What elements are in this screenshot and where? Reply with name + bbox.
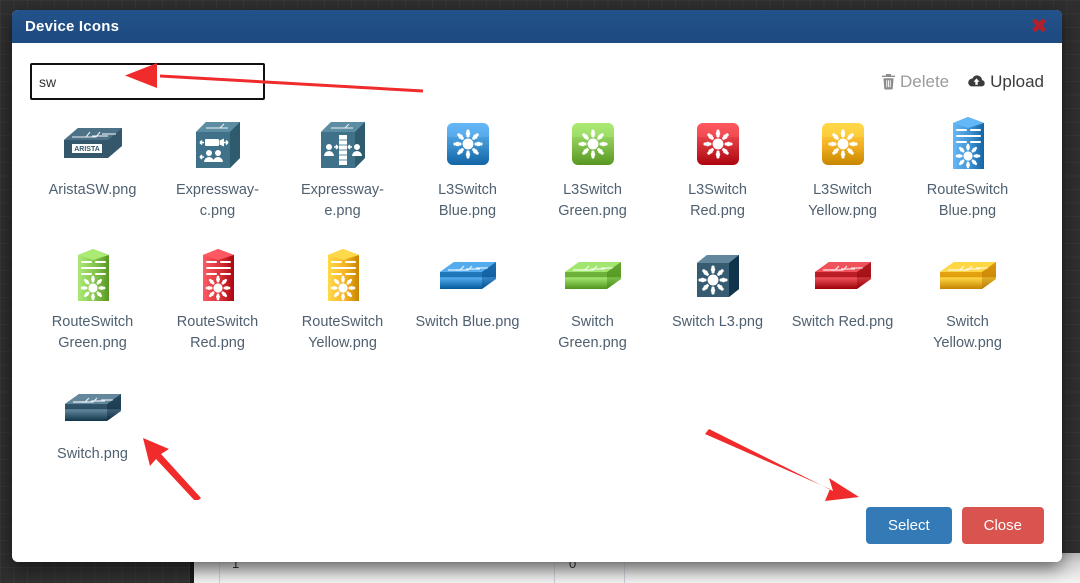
icon-item[interactable]: L3Switch Red.png <box>655 109 780 241</box>
icon-filename: Switch Green.png <box>558 314 627 351</box>
delete-label: Delete <box>899 71 950 91</box>
icon-item[interactable]: Switch Blue.png <box>405 241 530 373</box>
icon-item[interactable]: ARISTA AristaSW.png <box>30 109 155 241</box>
cloud-upload-icon <box>967 74 986 89</box>
routeswitch-icon <box>194 245 242 307</box>
icon-filename: Expressway-c.png <box>176 182 259 219</box>
upload-label: Upload <box>990 71 1044 91</box>
icon-filename: L3Switch Green.png <box>558 182 627 219</box>
icon-item[interactable]: RouteSwitch Blue.png <box>905 109 1030 241</box>
select-button[interactable]: Select <box>865 507 952 544</box>
switchbox-icon <box>438 245 498 307</box>
icon-filename: L3Switch Red.png <box>688 182 747 219</box>
l3switch-icon <box>692 113 744 175</box>
switchbox-icon <box>813 245 873 307</box>
expressway-e-icon <box>317 113 369 175</box>
icon-filename: Switch L3.png <box>671 314 764 330</box>
icon-filename: Expressway-e.png <box>301 182 384 219</box>
close-button[interactable]: Close <box>961 507 1044 544</box>
close-icon[interactable]: ✖ <box>1026 16 1052 37</box>
icon-item[interactable]: Expressway-e.png <box>280 109 405 241</box>
icon-item[interactable]: L3Switch Blue.png <box>405 109 530 241</box>
icon-item[interactable]: Switch Green.png <box>530 241 655 373</box>
delete-button[interactable]: Delete <box>881 72 949 92</box>
switchbox-icon <box>938 245 998 307</box>
arista-icon: ARISTA <box>62 113 124 175</box>
icon-filename: RouteSwitch Yellow.png <box>301 314 384 351</box>
icon-filename: RouteSwitch Red.png <box>176 314 259 351</box>
l3switch-icon <box>567 113 619 175</box>
trash-icon <box>881 73 896 90</box>
icon-filename: RouteSwitch Blue.png <box>926 182 1009 219</box>
icon-item[interactable]: RouteSwitch Red.png <box>155 241 280 373</box>
dialog-titlebar: Device Icons ✖ <box>12 10 1062 43</box>
routeswitch-icon <box>944 113 992 175</box>
icon-item[interactable]: L3Switch Green.png <box>530 109 655 241</box>
l3switch-icon <box>442 113 494 175</box>
icon-item[interactable]: RouteSwitch Green.png <box>30 241 155 373</box>
icon-filename: Switch.png <box>57 446 128 462</box>
icon-filename: RouteSwitch Green.png <box>51 314 134 351</box>
switchl3-icon <box>693 245 743 307</box>
switchbox-icon <box>63 377 123 439</box>
routeswitch-icon <box>319 245 367 307</box>
svg-text:ARISTA: ARISTA <box>74 146 100 153</box>
dialog-toolbar: Delete Upload <box>30 43 1044 103</box>
upload-button[interactable]: Upload <box>967 72 1044 92</box>
icon-filename: Switch Red.png <box>791 314 894 330</box>
icon-item[interactable]: Expressway-c.png <box>155 109 280 241</box>
icon-grid: ARISTA AristaSW.png Expressway-c.png Expres… <box>30 103 1044 505</box>
dialog-body: Delete Upload ARISTA AristaSW.png Expressw… <box>12 43 1062 562</box>
switchbox-icon <box>563 245 623 307</box>
icon-filename: Switch Yellow.png <box>933 314 1002 351</box>
icon-item[interactable]: RouteSwitch Yellow.png <box>280 241 405 373</box>
icon-filename: Switch Blue.png <box>415 314 520 330</box>
expressway-c-icon <box>192 113 244 175</box>
icon-item[interactable]: Switch.png <box>30 373 155 505</box>
dialog-footer: Select Close <box>865 507 1044 544</box>
icon-item[interactable]: Switch Red.png <box>780 241 905 373</box>
search-input[interactable] <box>30 63 265 100</box>
icon-item[interactable]: Switch L3.png <box>655 241 780 373</box>
device-icons-dialog: Device Icons ✖ Delete <box>12 10 1062 562</box>
icon-item[interactable]: L3Switch Yellow.png <box>780 109 905 241</box>
icon-item[interactable]: Switch Yellow.png <box>905 241 1030 373</box>
dialog-title: Device Icons <box>25 18 120 35</box>
icon-filename: L3Switch Yellow.png <box>808 182 877 219</box>
icon-filename: L3Switch Blue.png <box>438 182 497 219</box>
routeswitch-icon <box>69 245 117 307</box>
l3switch-icon <box>817 113 869 175</box>
icon-filename: AristaSW.png <box>48 182 137 198</box>
